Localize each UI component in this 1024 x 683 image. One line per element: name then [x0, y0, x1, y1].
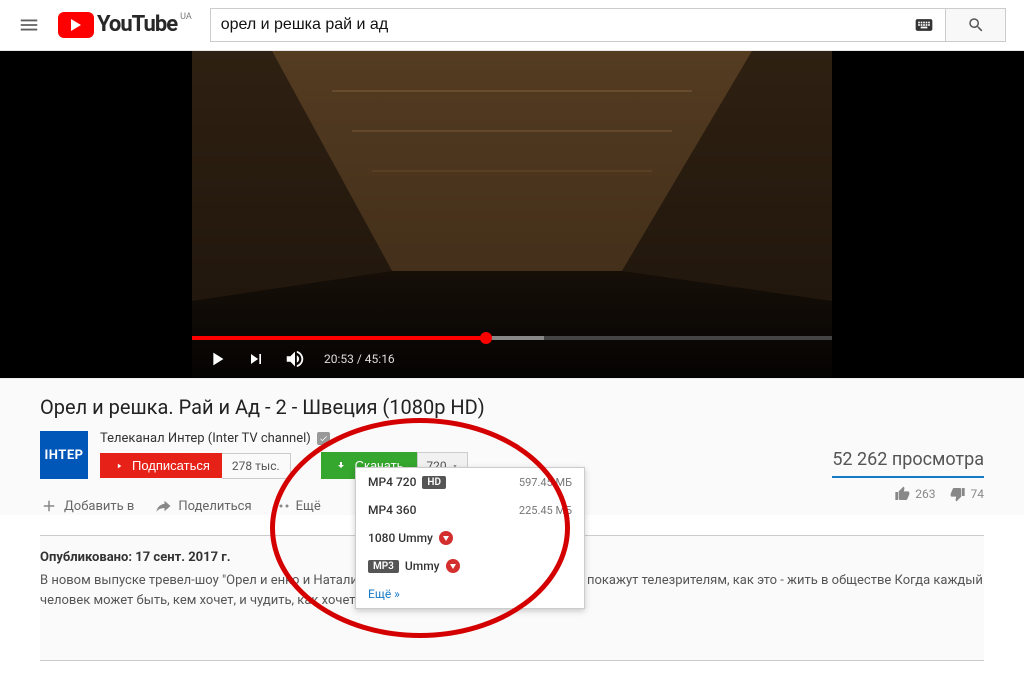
search-button[interactable]: [946, 8, 1006, 42]
mp3-badge: MP3: [368, 560, 399, 573]
plus-icon: [40, 497, 58, 515]
view-count: 52 262 просмотра: [832, 449, 984, 478]
time-display: 20:53 / 45:16: [324, 352, 395, 366]
play-button[interactable]: [206, 348, 228, 370]
search-input[interactable]: [210, 8, 946, 42]
video-frame: [192, 51, 832, 378]
youtube-logo[interactable]: YouTube UA: [58, 12, 192, 38]
ummy-icon: [439, 531, 453, 545]
thumbs-up-icon: [894, 486, 910, 502]
download-option-1080-ummy[interactable]: 1080 Ummy: [356, 524, 584, 552]
search-box: [210, 8, 1006, 42]
download-option-mp4-360[interactable]: MP4 360 225.45 МБ: [356, 496, 584, 524]
keyboard-icon[interactable]: [914, 15, 934, 35]
thumbs-down-icon: [950, 486, 966, 502]
download-dropdown: MP4 720 HD 597.45 МБ MP4 360 225.45 МБ 1…: [355, 467, 585, 609]
youtube-logo-icon: [58, 12, 94, 38]
like-button[interactable]: 263: [894, 486, 935, 502]
channel-avatar[interactable]: ІНТЕР: [40, 431, 88, 479]
youtube-logo-text: YouTube: [97, 12, 177, 37]
share-button[interactable]: Поделиться: [154, 497, 251, 515]
youtube-icon: [112, 459, 126, 473]
subscribe-button[interactable]: Подписаться: [100, 453, 222, 478]
video-title: Орел и решка. Рай и Ад - 2 - Швеция (108…: [40, 395, 984, 419]
region-badge: UA: [180, 12, 192, 22]
more-button[interactable]: Ещё: [272, 499, 321, 514]
share-icon: [154, 497, 172, 515]
video-player[interactable]: 20:53 / 45:16: [0, 51, 1024, 378]
search-icon: [967, 16, 985, 34]
header: YouTube UA: [0, 0, 1024, 51]
hd-badge: HD: [422, 476, 446, 489]
download-option-mp4-720[interactable]: MP4 720 HD 597.45 МБ: [356, 468, 584, 496]
video-info-section: Орел и решка. Рай и Ад - 2 - Швеция (108…: [0, 378, 1024, 515]
download-icon: [335, 460, 347, 472]
views-block: 52 262 просмотра 263 74: [832, 449, 984, 502]
download-option-mp3-ummy[interactable]: MP3 Ummy: [356, 552, 584, 580]
download-more-link[interactable]: Ещё »: [356, 580, 584, 608]
ellipsis-icon: [272, 503, 290, 509]
volume-button[interactable]: [284, 348, 306, 370]
ummy-icon: [446, 559, 460, 573]
menu-icon[interactable]: [18, 14, 40, 36]
channel-row: ІНТЕР Телеканал Интер (Inter TV channel)…: [40, 431, 984, 479]
dislike-button[interactable]: 74: [950, 486, 985, 502]
verified-icon: [317, 432, 330, 445]
channel-name[interactable]: Телеканал Интер (Inter TV channel): [100, 431, 468, 446]
next-button[interactable]: [246, 349, 266, 369]
player-controls: 20:53 / 45:16: [192, 340, 832, 378]
subscriber-count: 278 тыс.: [222, 453, 291, 479]
add-to-button[interactable]: Добавить в: [40, 497, 134, 515]
